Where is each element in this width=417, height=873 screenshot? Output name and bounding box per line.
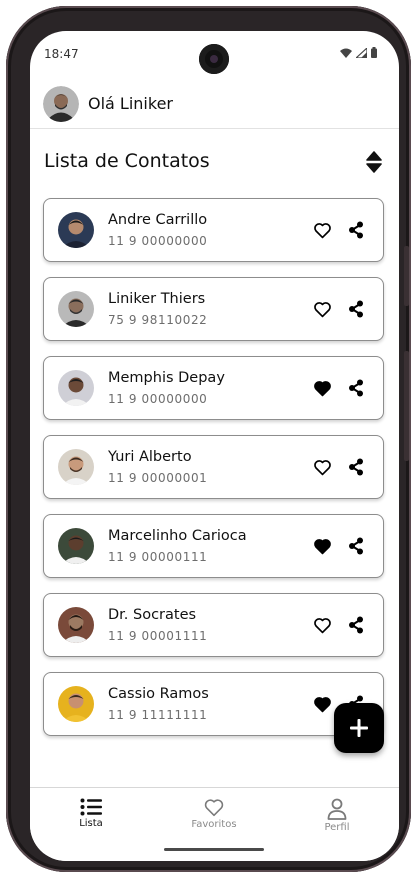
contact-avatar: [58, 291, 94, 327]
app-screen: 18:47 Olá Liniker Lista de Contatos Andr…: [30, 31, 399, 861]
contact-avatar: [58, 686, 94, 722]
heart-outline-icon[interactable]: [313, 301, 332, 318]
contact-card[interactable]: Dr. Socrates 11 9 00001111: [43, 593, 384, 657]
add-contact-button[interactable]: [334, 703, 384, 753]
heart-outline-icon[interactable]: [313, 617, 332, 634]
nav-label: Favoritos: [191, 819, 237, 830]
greeting-text: Olá Liniker: [88, 94, 173, 113]
heart-filled-icon[interactable]: [313, 380, 332, 397]
signal-icon: [356, 47, 367, 58]
contact-phone: 75 9 98110022: [108, 313, 208, 327]
nav-tab-favoritos[interactable]: Favoritos: [169, 798, 259, 830]
contact-name: Yuri Alberto: [108, 449, 192, 465]
share-icon[interactable]: [348, 300, 364, 318]
app-header: Olá Liniker: [30, 83, 399, 129]
sort-up-down-icon[interactable]: [365, 151, 383, 173]
contact-card[interactable]: Marcelinho Carioca 11 9 00000111: [43, 514, 384, 578]
nav-label: Perfil: [324, 822, 350, 833]
contact-phone: 11 9 00000000: [108, 392, 208, 406]
contact-avatar: [58, 528, 94, 564]
heart-outline-icon[interactable]: [313, 459, 332, 476]
share-icon[interactable]: [348, 537, 364, 555]
share-icon[interactable]: [348, 379, 364, 397]
contact-card[interactable]: Liniker Thiers 75 9 98110022: [43, 277, 384, 341]
person-icon: [327, 798, 347, 820]
contact-phone: 11 9 00000000: [108, 234, 208, 248]
status-time: 18:47: [44, 47, 79, 61]
contact-name: Liniker Thiers: [108, 291, 206, 307]
plus-icon: [350, 719, 368, 737]
share-icon[interactable]: [348, 616, 364, 634]
home-indicator[interactable]: [164, 848, 264, 851]
list-title: Lista de Contatos: [44, 150, 210, 172]
nav-label: Lista: [79, 818, 103, 829]
heart-filled-icon[interactable]: [313, 538, 332, 555]
heart-outline-icon: [204, 799, 224, 817]
contact-card[interactable]: Memphis Depay 11 9 00000000: [43, 356, 384, 420]
contact-phone: 11 9 11111111: [108, 708, 208, 722]
contact-name: Cassio Ramos: [108, 686, 209, 702]
status-icons: [340, 47, 377, 58]
user-avatar[interactable]: [43, 86, 79, 122]
contact-avatar: [58, 370, 94, 406]
contact-avatar: [58, 449, 94, 485]
battery-icon: [371, 47, 377, 58]
phone-frame: 18:47 Olá Liniker Lista de Contatos Andr…: [6, 6, 411, 872]
nav-tab-lista[interactable]: Lista: [46, 798, 136, 829]
contact-name: Memphis Depay: [108, 370, 225, 386]
contact-name: Marcelinho Carioca: [108, 528, 247, 544]
contact-name: Dr. Socrates: [108, 607, 197, 623]
list-icon: [80, 798, 102, 816]
contact-avatar: [58, 607, 94, 643]
contact-phone: 11 9 00000111: [108, 550, 208, 564]
contact-phone: 11 9 00001111: [108, 629, 208, 643]
share-icon[interactable]: [348, 458, 364, 476]
contact-card[interactable]: Yuri Alberto 11 9 00000001: [43, 435, 384, 499]
volume-button: [404, 246, 409, 306]
contact-phone: 11 9 00000001: [108, 471, 208, 485]
contact-card[interactable]: Cassio Ramos 11 9 11111111: [43, 672, 384, 736]
heart-filled-icon[interactable]: [313, 696, 332, 713]
share-icon[interactable]: [348, 221, 364, 239]
power-button: [404, 351, 409, 461]
nav-tab-perfil[interactable]: Perfil: [292, 798, 382, 833]
heart-outline-icon[interactable]: [313, 222, 332, 239]
front-camera: [199, 44, 229, 74]
contact-avatar: [58, 212, 94, 248]
status-bar: 18:47: [30, 31, 399, 75]
contact-name: Andre Carrillo: [108, 212, 208, 228]
wifi-icon: [340, 48, 352, 58]
contact-card[interactable]: Andre Carrillo 11 9 00000000: [43, 198, 384, 262]
